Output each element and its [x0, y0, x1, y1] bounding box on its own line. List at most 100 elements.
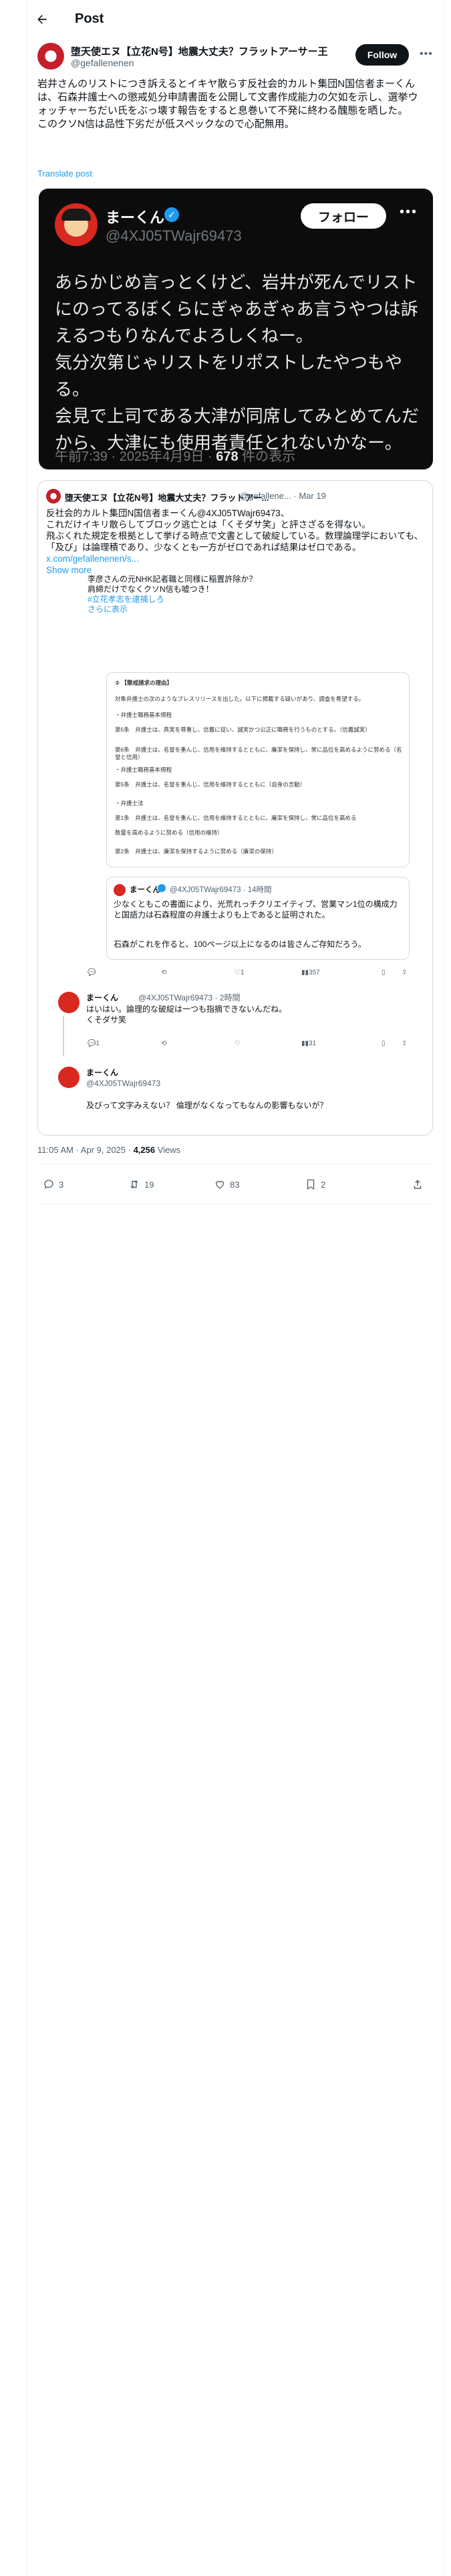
- share-button[interactable]: [412, 1178, 424, 1190]
- bookmark-icon: ▯: [382, 1040, 386, 1047]
- doc-line: 第2条 弁護士は、廉潔を保持するように努める（廉潔の保持）: [115, 848, 277, 855]
- embedded-image[interactable]: まーくん ✓ @4XJ05TWajr69473 フォロー ••• あらかじめ言っ…: [39, 189, 433, 469]
- post-actions: 3 19 83 2: [37, 1172, 433, 1198]
- reply-icon: 💬: [88, 969, 96, 976]
- inner-quote-name: まーくん: [130, 886, 160, 894]
- embedded-more-icon: •••: [400, 205, 418, 219]
- bookmark-icon: [307, 1179, 315, 1190]
- like-button[interactable]: 83: [214, 1178, 239, 1190]
- share-icon: ⇪: [402, 1040, 408, 1047]
- clip-show-more: さらに表示: [88, 605, 128, 614]
- thread-connector: [63, 1016, 64, 1056]
- quote-avatar: [46, 489, 61, 504]
- reply-text: 及びって文字みえない？ 倫理がなくなってもなんの影響もないが？: [86, 1101, 328, 1110]
- quoted-media-clip: 李彦さんの元NHK記者職と同様に稲置許除か？ 肩締だけでなくクソN信も嘘つき！ …: [43, 572, 428, 1131]
- follow-button[interactable]: Follow: [355, 44, 409, 66]
- back-arrow-icon[interactable]: [32, 9, 52, 29]
- doc-line: 第6条 弁護士は、名誉を重んじ、信用を維持するとともに、廉潔を保持し、常に品位を…: [115, 746, 402, 760]
- clip-lead: 李彦さんの元NHK記者職と同様に稲置許除か？ 肩締だけでなくクソN信も嘘つき！: [88, 574, 257, 594]
- quote-handle-date: @gefallene... · Mar 19: [240, 491, 326, 501]
- reply-1: まーくん @4XJ05TWajr69473 · 2時間 はいはい。論理的な破綻は…: [49, 992, 423, 1032]
- bookmark-icon: ▯: [382, 969, 386, 976]
- like-icon: ♡: [235, 1040, 241, 1047]
- repost-icon: [130, 1180, 138, 1188]
- reply-handle: @4XJ05TWajr69473 · 2時間: [138, 993, 241, 1002]
- quote-author-name: 堕天使エヌ【立花N号】地震大丈夫？フラットアー...: [65, 493, 269, 503]
- timestamp-text: 11:05 AM · Apr 9, 2025 ·: [37, 1145, 134, 1155]
- repost-icon: ⟲: [161, 1040, 167, 1047]
- views-count: 4,256: [133, 1145, 156, 1155]
- quote-text: 反社会的カルト集団N国信者まーくん@4XJ05TWajr69473、 これだけイ…: [46, 508, 426, 576]
- reply-name: まーくん: [86, 993, 119, 1002]
- doc-line: 第5条 弁護士は、真実を尊重し、信義に従い、誠実かつ公正に職務を行うものとする。…: [115, 726, 371, 733]
- views-label: Views: [155, 1145, 181, 1155]
- doc-line: 数量を高めるように努める（信用の維持）: [115, 829, 223, 836]
- embedded-time: 午前7:39 · 2025年4月9日 ·: [55, 449, 216, 464]
- clip-actions-2: 💬 1 ⟲ ♡ ▮▮ 31 ▯ ⇪: [88, 1040, 422, 1051]
- post-text-body: 岩井さんのリストにつき訴えるとイキヤ散らす反社会的カルト集団N国信者まーくんは、…: [37, 78, 418, 130]
- reply-handle: @4XJ05TWajr69473: [86, 1079, 161, 1088]
- embedded-text: あらかじめ言っとくけど、岩井が死んでリストにのってるぼくらにぎゃあぎゃあ言うやつ…: [55, 272, 419, 453]
- repost-button[interactable]: 19: [128, 1178, 154, 1190]
- reply-count: 1: [96, 1040, 100, 1047]
- avatar-hair-shape: [61, 209, 91, 221]
- like-count: 83: [230, 1179, 240, 1190]
- doc-line: ・弁護士職務基本規程: [115, 712, 172, 718]
- views-icon: ▮▮ 357: [301, 969, 320, 976]
- reply-text: はいはい。論理的な破綻は一つも指摘できないんだね。 くそダサ笑: [86, 1004, 287, 1025]
- reply-avatar: [58, 992, 80, 1013]
- embedded-handle: @4XJ05TWajr69473: [106, 227, 242, 244]
- post-text: 岩井さんのリストにつき訴えるとイキヤ散らす反社会的カルト集団N国信者まーくんは、…: [37, 78, 425, 131]
- doc-line: 対象弁護士の次のようなブレスリリースを出した。以下に掲載する疑いがあり、調査を希…: [115, 695, 365, 702]
- avatar[interactable]: [37, 43, 64, 70]
- translate-link[interactable]: Translate post: [37, 169, 92, 179]
- embedded-avatar: [55, 203, 98, 246]
- author-name[interactable]: 堕天使エヌ【立花N号】地震大丈夫？フラットアーサー王: [71, 44, 328, 58]
- embedded-views-count: 678: [216, 449, 239, 464]
- repost-icon: ⟲: [161, 969, 167, 976]
- hashtag: #立花孝志を逮捕しろ: [88, 595, 164, 604]
- heart-icon: [216, 1180, 224, 1189]
- reply-avatar: [58, 1067, 80, 1088]
- reply-button[interactable]: 3: [43, 1178, 63, 1190]
- inner-quoted-post: まーくん @4XJ05TWajr69473 · 14時間 少なくともこの書面によ…: [106, 877, 410, 960]
- embedded-meta: 午前7:39 · 2025年4月9日 · 678 件の表示: [55, 445, 295, 465]
- bookmark-count: 2: [321, 1179, 326, 1190]
- doc-line: ② 【懲戒請求の理由】: [115, 679, 173, 686]
- reply-icon: [44, 1180, 53, 1189]
- doc-line: ・弁護士法: [115, 800, 144, 807]
- bookmark-button[interactable]: 2: [305, 1178, 325, 1190]
- author-handle[interactable]: @gefallenenen: [71, 58, 134, 68]
- inner-quote-text-2: 石森がこれを作ると、100ページ以上になるのは皆さんご存知だろう。: [114, 940, 366, 949]
- post-timestamp: 11:05 AM · Apr 9, 2025 · 4,256 Views: [37, 1145, 180, 1155]
- like-icon: ♡ 1: [235, 969, 245, 976]
- more-options-icon[interactable]: •••: [420, 48, 433, 60]
- reply-icon: 💬 1: [88, 1040, 100, 1047]
- embedded-follow-button: フォロー: [301, 203, 386, 229]
- document-image: ② 【懲戒請求の理由】 対象弁護士の次のようなブレスリリースを出した。以下に掲載…: [106, 672, 410, 867]
- inner-quote-handle: @4XJ05TWajr69473 · 14時間: [170, 886, 272, 894]
- doc-line: ・弁護士職務基本規程: [115, 766, 172, 773]
- clip-lead-text: 李彦さんの元NHK記者職と同様に稲置許除か？ 肩締だけでなくクソN信も嘘つき！ …: [88, 574, 422, 615]
- reply-name: まーくん: [86, 1068, 119, 1077]
- views-count: 31: [309, 1040, 317, 1047]
- share-icon: ⇪: [402, 969, 408, 976]
- quoted-post[interactable]: 堕天使エヌ【立花N号】地震大丈夫？フラットアー... @gefallene...…: [37, 480, 433, 1136]
- views-icon: ▮▮ 31: [301, 1040, 317, 1047]
- inner-quote-text: 少なくともこの書面により、光荒れっチクリエイティブ、営業マン1位の構成力と国語力…: [114, 899, 398, 920]
- quote-body: 反社会的カルト集団N国信者まーくん@4XJ05TWajr69473、 これだけイ…: [46, 508, 424, 552]
- embedded-views-label: 件の表示: [238, 449, 296, 464]
- verified-icon: [158, 884, 166, 892]
- reply-count: 3: [59, 1179, 64, 1190]
- reply-2: まーくん @4XJ05TWajr69473 及びって文字みえない？ 倫理がなくな…: [49, 1067, 423, 1120]
- doc-line: 第5条 弁護士は、名誉を重んじ、信用を維持するとともに（自身の言動）: [115, 781, 306, 788]
- quote-link[interactable]: x.com/gefallenenen/s...: [46, 554, 139, 564]
- verified-icon: ✓: [164, 207, 179, 222]
- clip-actions-1: 💬 ⟲ ♡ 1 ▮▮ 357 ▯ ⇪: [88, 969, 422, 980]
- repost-count: 19: [144, 1179, 154, 1190]
- page: Post 堕天使エヌ【立花N号】地震大丈夫？フラットアーサー王 @gefalle…: [0, 0, 451, 2576]
- like-count: 1: [240, 969, 245, 976]
- inner-quote-avatar: [114, 884, 126, 896]
- embedded-name: まーくん: [106, 209, 165, 226]
- page-title: Post: [75, 11, 104, 26]
